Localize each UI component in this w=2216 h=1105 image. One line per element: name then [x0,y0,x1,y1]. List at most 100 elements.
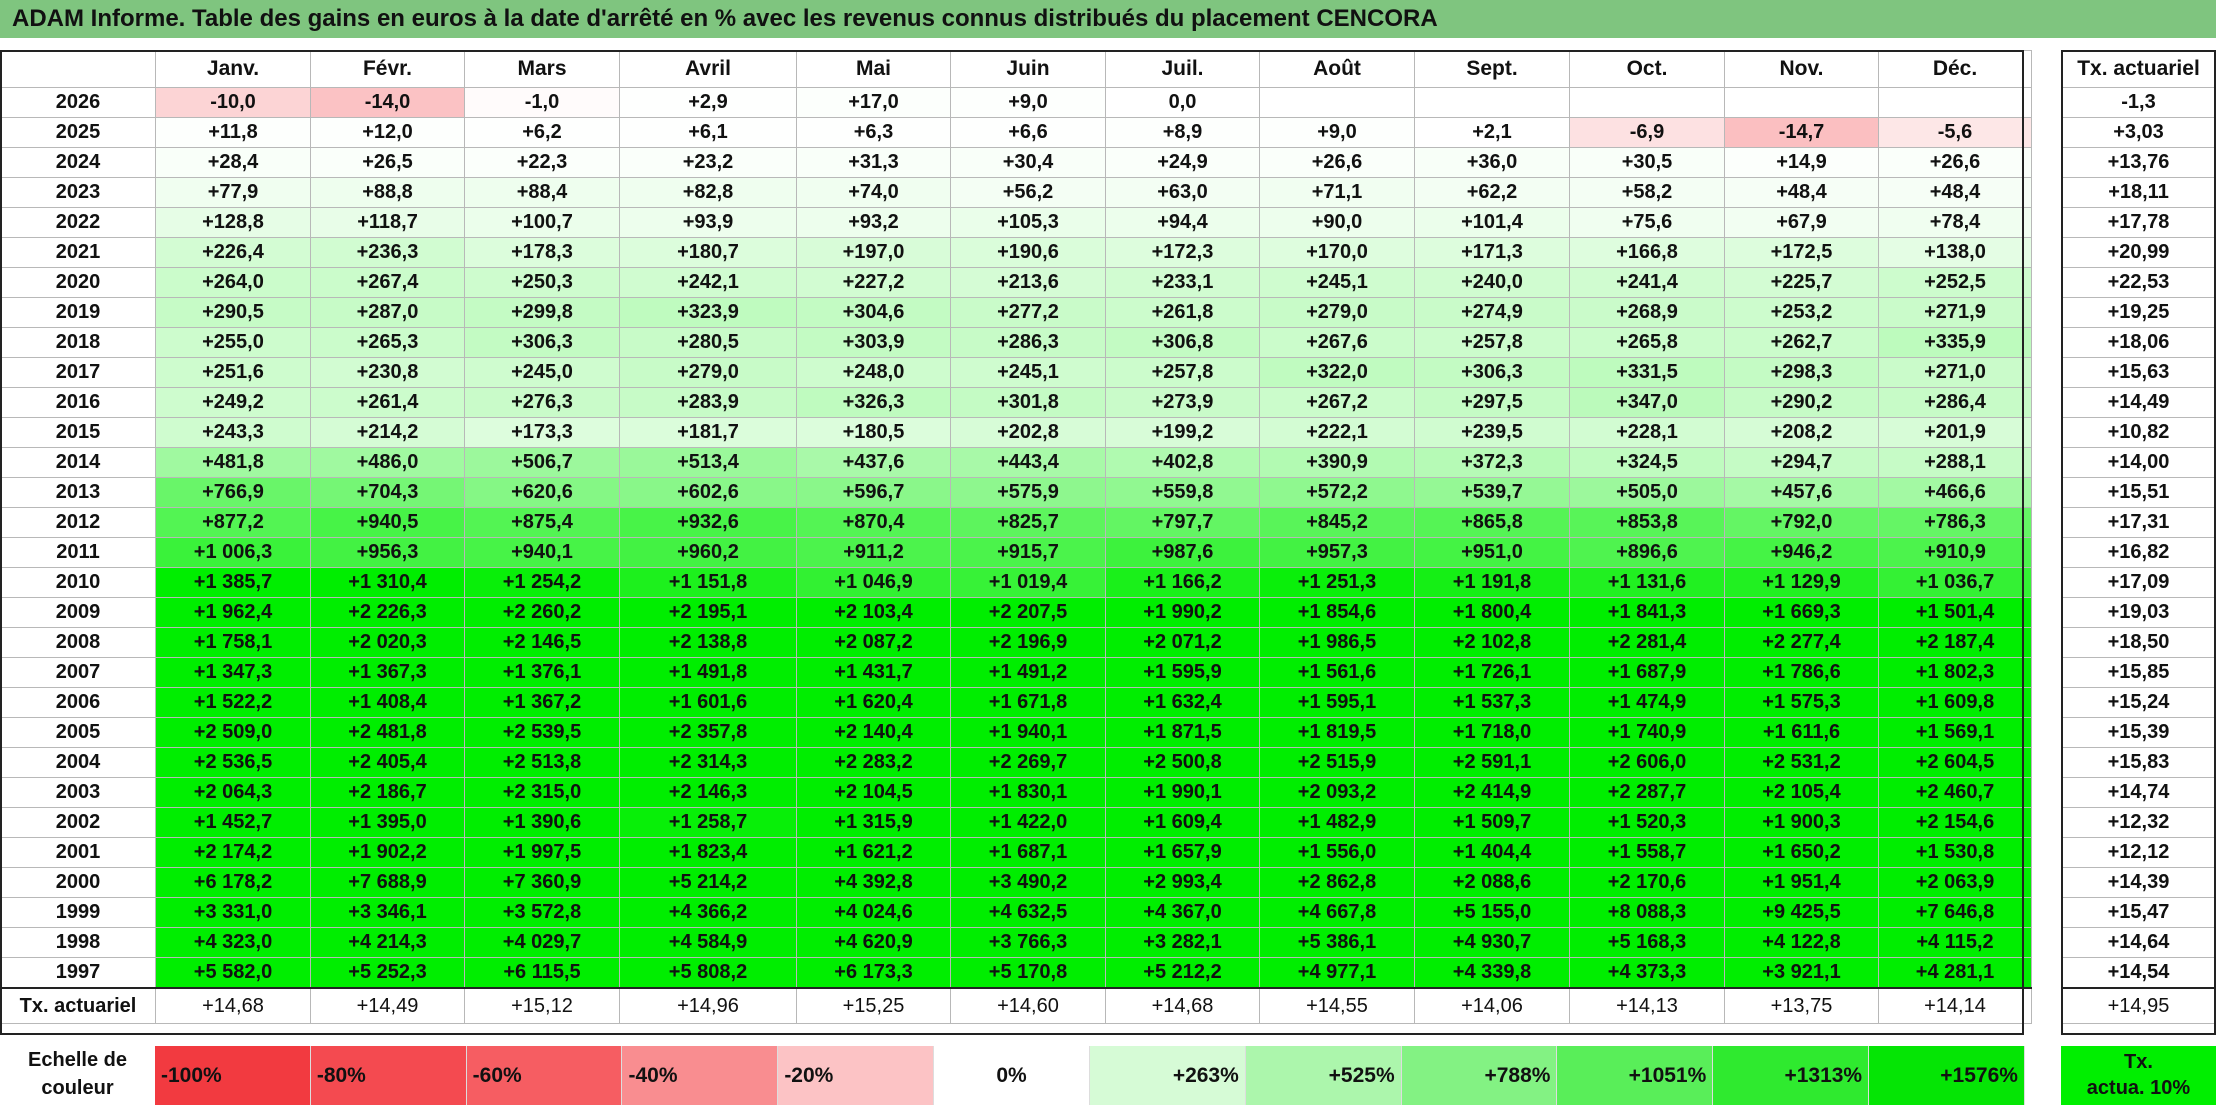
gain-cell: +17,0 [796,87,951,118]
gain-cell: +1 522,2 [155,687,311,718]
gain-cell: +93,2 [796,207,951,238]
gain-cell: +2 138,8 [619,627,797,658]
year-label: 2011 [0,537,156,568]
gain-cell: +62,2 [1414,177,1570,208]
gain-cell: +1 395,0 [310,807,465,838]
gain-cell: +78,4 [1878,207,2032,238]
month-header: Mai [796,50,951,88]
gain-cell: +105,3 [950,207,1106,238]
actuarial-footer-cell: +14,68 [1105,987,1260,1024]
gain-cell: +166,8 [1569,237,1725,268]
report-title: ADAM Informe. Table des gains en euros à… [0,0,2216,38]
actuarial-rate-cell: +3,03 [2061,117,2216,148]
gain-cell: +9 425,5 [1724,897,1879,928]
gain-cell: +1 740,9 [1569,717,1725,748]
year-row: 2000 +6 178,2 +7 688,9 +7 360,9 +5 214,2 +4 3… [0,867,2032,898]
actuarial-rate-header: Tx. actuariel [2061,50,2216,88]
gain-cell: +58,2 [1569,177,1725,208]
gain-cell: +2,1 [1414,117,1570,148]
gain-cell: +273,9 [1105,387,1260,418]
gain-cell: +1 986,5 [1259,627,1415,658]
year-label: 1998 [0,927,156,958]
gain-cell: +513,4 [619,447,797,478]
gain-cell: +2 260,2 [464,597,620,628]
color-scale: -100% -80% -60% -40% -20% 0% +263% +525% +788% +1… [155,1046,2025,1105]
gain-cell: +4 281,1 [1878,957,2032,989]
gain-cell: +23,2 [619,147,797,178]
gain-cell: +248,0 [796,357,951,388]
gain-cell: +2 500,8 [1105,747,1260,778]
gain-cell: +287,0 [310,297,465,328]
month-header: Oct. [1569,50,1725,88]
gain-cell: +2 513,8 [464,747,620,778]
gain-cell: +1 310,4 [310,567,465,598]
gain-cell: +30,4 [950,147,1106,178]
gain-cell: +704,3 [310,477,465,508]
gain-cell: +225,7 [1724,267,1879,298]
gains-table: Janv. Févr. Mars Avril Mai Juin Juil. Août Sept.… [0,50,2032,1024]
gain-cell: +1 482,9 [1259,807,1415,838]
gain-cell: +304,6 [796,297,951,328]
year-label: 2019 [0,297,156,328]
gain-cell: +2 187,4 [1878,627,2032,658]
gain-cell: +2 460,7 [1878,777,2032,808]
actuarial-footer-cell: +15,12 [464,987,620,1024]
gain-cell: +960,2 [619,537,797,568]
corner-cell [0,50,156,88]
year-label: 2002 [0,807,156,838]
gain-cell: +1 620,4 [796,687,951,718]
gain-cell: +402,8 [1105,447,1260,478]
gain-cell: +870,4 [796,507,951,538]
gain-cell: +118,7 [310,207,465,238]
gain-cell: +267,4 [310,267,465,298]
gain-cell: -5,6 [1878,117,2032,148]
gain-cell: +2 536,5 [155,747,311,778]
actuarial-footer-cell: +14,49 [310,987,465,1024]
color-scale-swatch: +1313% [1713,1046,1870,1105]
gain-cell: +2 539,5 [464,717,620,748]
year-row: 1999 +3 331,0 +3 346,1 +3 572,8 +4 366,2 +4 0… [0,897,2032,928]
year-label: 2005 [0,717,156,748]
gain-cell: +306,3 [1414,357,1570,388]
gain-cell: +100,7 [464,207,620,238]
gain-cell: +14,9 [1724,147,1879,178]
year-label: 1997 [0,957,156,989]
gain-cell: +1 006,3 [155,537,311,568]
gain-cell: +1 431,7 [796,657,951,688]
actuarial-footer-cell: +14,14 [1878,987,2032,1024]
actuarial-rate-cell: +17,31 [2061,507,2216,538]
gain-cell: +1 841,3 [1569,597,1725,628]
gain-cell: +12,0 [310,117,465,148]
actuarial-total-cell: +14,95 [2061,987,2216,1024]
gain-cell: +1 258,7 [619,807,797,838]
year-row: 2022 +128,8 +118,7 +100,7 +93,9 +93,2 +105,3 +9… [0,207,2032,238]
gain-cell: +245,1 [1259,267,1415,298]
gain-cell: +264,0 [155,267,311,298]
gain-cell [1569,87,1725,118]
gain-cell: +4 029,7 [464,927,620,958]
gain-cell: +290,2 [1724,387,1879,418]
gain-cell: +1 871,5 [1105,717,1260,748]
year-row: 2008 +1 758,1 +2 020,3 +2 146,5 +2 138,8 +2 0… [0,627,2032,658]
gain-cell: +946,2 [1724,537,1879,568]
gain-cell: +1 254,2 [464,567,620,598]
gain-cell: +94,4 [1105,207,1260,238]
gain-cell: +506,7 [464,447,620,478]
gain-cell: +230,8 [310,357,465,388]
gain-cell: +910,9 [1878,537,2032,568]
gain-cell: +437,6 [796,447,951,478]
gain-cell: +1 530,8 [1878,837,2032,868]
color-scale-swatch: -100% [155,1046,311,1105]
gain-cell: +1 520,3 [1569,807,1725,838]
gain-cell: +24,9 [1105,147,1260,178]
gain-cell: +2 103,4 [796,597,951,628]
color-scale-swatch: -20% [778,1046,935,1105]
gain-cell: +290,5 [155,297,311,328]
gain-cell: +75,6 [1569,207,1725,238]
gain-cell: +7 646,8 [1878,897,2032,928]
actuarial-footer-cell: +14,68 [155,987,311,1024]
gain-cell: +1 452,7 [155,807,311,838]
gain-cell: +2 357,8 [619,717,797,748]
gain-cell: +11,8 [155,117,311,148]
color-scale-label: Echelle de couleur [28,1049,127,1099]
